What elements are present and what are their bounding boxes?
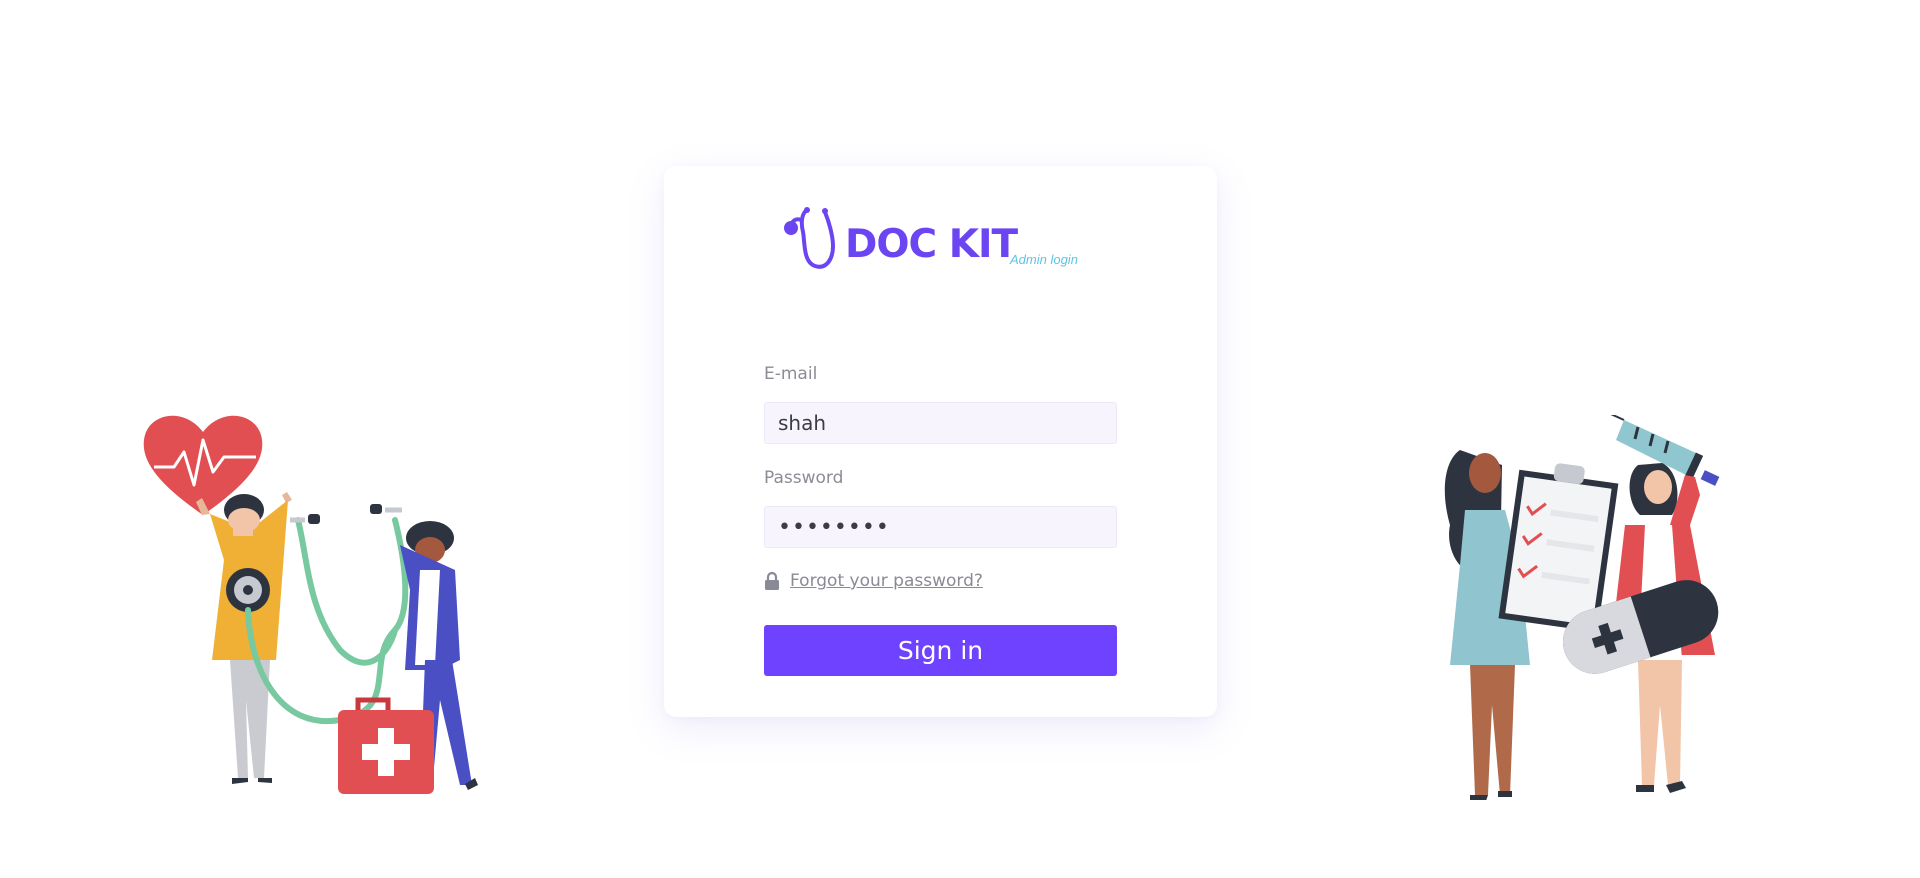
email-field[interactable]: [764, 402, 1117, 444]
doctors-illustration-right: [1444, 415, 1720, 800]
email-label: E-mail: [764, 364, 818, 384]
doctor-figure-1: [196, 492, 292, 784]
brand-logo: DOC KIT Admin login: [781, 206, 1101, 276]
password-field[interactable]: [764, 506, 1117, 548]
login-card: DOC KIT Admin login E-mail Password Forg…: [664, 166, 1217, 717]
stethoscope-icon: [784, 207, 836, 269]
first-aid-kit-icon: [338, 697, 434, 794]
forgot-password-link[interactable]: Forgot your password?: [790, 571, 983, 591]
doctors-illustration-left: [143, 415, 478, 794]
lock-icon: [765, 571, 779, 590]
brand-tagline: Admin login: [1010, 252, 1078, 267]
sign-in-button[interactable]: Sign in: [764, 625, 1117, 676]
brand-name: DOC KIT: [845, 222, 1018, 267]
forgot-password-row: Forgot your password?: [764, 569, 983, 593]
login-page: DOC KIT Admin login E-mail Password Forg…: [0, 0, 1920, 878]
password-label: Password: [764, 468, 844, 488]
